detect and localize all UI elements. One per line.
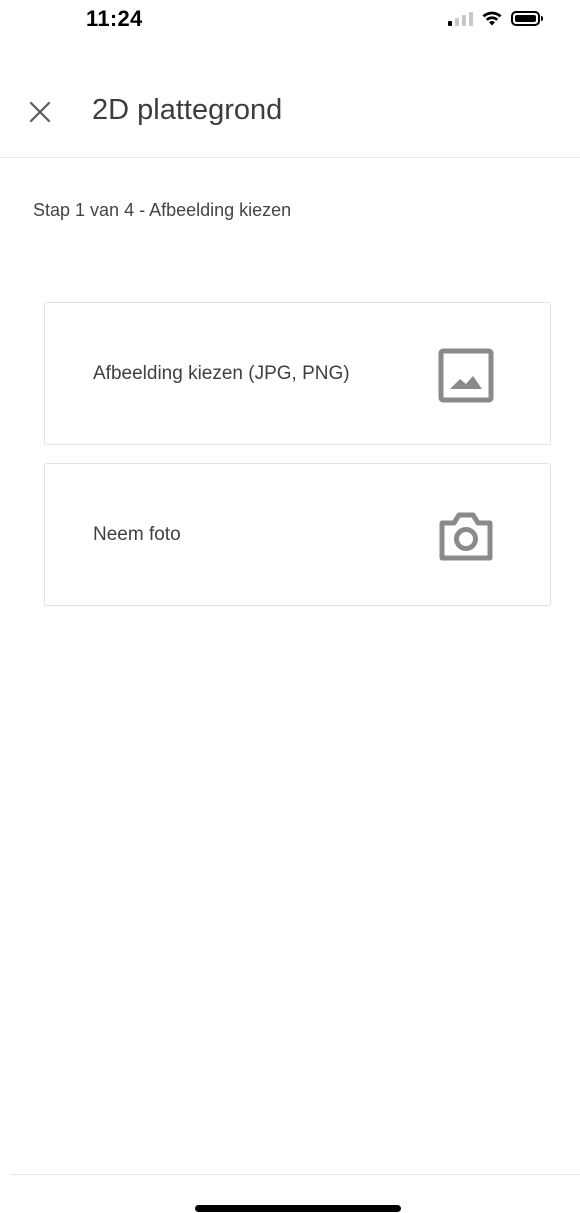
bottom-divider: [10, 1174, 580, 1175]
home-indicator[interactable]: [195, 1205, 401, 1212]
choose-image-label: Afbeelding kiezen (JPG, PNG): [93, 363, 350, 384]
battery-icon: [511, 10, 543, 26]
close-icon: [29, 101, 51, 123]
cellular-signal-icon: [448, 10, 473, 26]
image-icon: [438, 348, 494, 403]
step-label: Stap 1 van 4 - Afbeelding kiezen: [33, 200, 292, 220]
take-photo-label: Neem foto: [93, 524, 181, 545]
header: 2D plattegrond: [0, 80, 580, 158]
screen: 11:24 2D plattegrond Stap 1 van 4 - Afbe…: [0, 0, 580, 1213]
choose-image-option[interactable]: Afbeelding kiezen (JPG, PNG): [44, 302, 551, 445]
take-photo-option[interactable]: Neem foto: [44, 463, 551, 606]
close-button[interactable]: [22, 94, 58, 130]
status-time: 11:24: [86, 6, 143, 31]
wifi-icon: [482, 11, 502, 26]
camera-icon: [439, 512, 493, 561]
status-icons: [448, 10, 543, 26]
page-title: 2D plattegrond: [92, 94, 283, 126]
status-bar: 11:24: [0, 0, 580, 44]
